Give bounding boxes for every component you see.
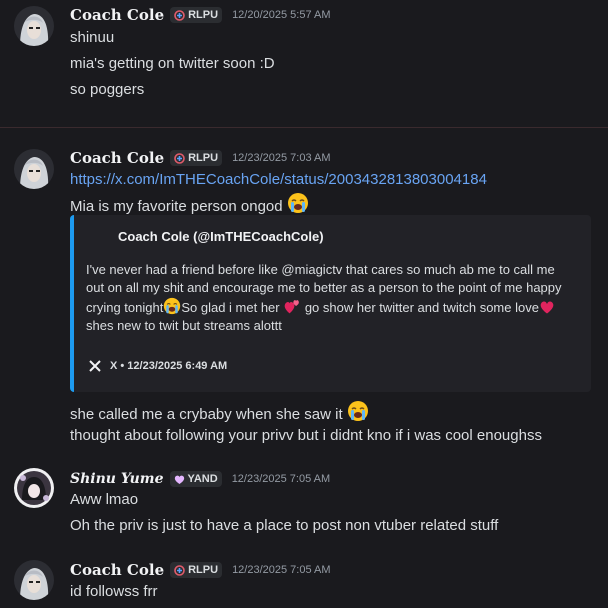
message-text: mia's getting on twitter soon :D bbox=[70, 55, 275, 72]
username[interactable]: Coach Cole bbox=[70, 149, 164, 167]
clan-tag-icon bbox=[174, 9, 185, 21]
embed-footer-text: X • 12/23/2025 6:49 AM bbox=[110, 360, 228, 372]
embed-text: So glad i met her bbox=[181, 300, 284, 315]
message-text: shinuu bbox=[70, 29, 115, 46]
embed-footer: X • 12/23/2025 6:49 AM bbox=[88, 358, 227, 374]
message-text: she called me a crybaby when she saw it bbox=[70, 400, 369, 425]
message-text: thought about following your privv but i… bbox=[70, 427, 542, 444]
timestamp: 12/23/2025 7:05 AM bbox=[231, 473, 331, 485]
server-tag[interactable]: RLPU bbox=[170, 562, 223, 578]
avatar-image bbox=[14, 560, 54, 600]
clan-tag-icon bbox=[174, 564, 185, 576]
avatar[interactable] bbox=[14, 468, 54, 508]
crying-face-emoji-icon bbox=[164, 297, 181, 315]
server-tag-label: RLPU bbox=[188, 564, 219, 576]
message-text: Aww lmao bbox=[70, 491, 139, 508]
message-text: id followss frr bbox=[70, 583, 158, 600]
embed-text: shes new to twit but streams alottt bbox=[86, 318, 282, 333]
embed-accent-bar bbox=[70, 215, 74, 392]
username[interactable]: Coach Cole bbox=[70, 6, 164, 24]
server-tag[interactable]: RLPU bbox=[170, 7, 223, 23]
timestamp: 12/23/2025 7:03 AM bbox=[232, 152, 331, 164]
server-tag-label: RLPU bbox=[188, 9, 219, 21]
two-hearts-emoji-icon bbox=[284, 300, 300, 314]
username[interactable]: Coach Cole bbox=[70, 561, 164, 579]
message-link[interactable]: https://x.com/ImTHECoachCole/status/2003… bbox=[70, 170, 487, 190]
embed-author[interactable]: Coach Cole (@ImTHECoachCole) bbox=[118, 229, 324, 244]
x-logo-icon bbox=[89, 360, 101, 372]
message-text: Oh the priv is just to have a place to p… bbox=[70, 517, 499, 534]
clan-tag-icon bbox=[174, 152, 185, 164]
embed-description: I've never had a friend before like @mia… bbox=[86, 261, 576, 335]
avatar[interactable] bbox=[14, 149, 54, 189]
timestamp: 12/23/2025 7:05 AM bbox=[232, 564, 331, 576]
embed-text: go show her twitter and twitch some love bbox=[301, 300, 539, 315]
message-text-span: she called me a crybaby when she saw it bbox=[70, 406, 343, 423]
heart-tag-icon bbox=[174, 475, 184, 484]
username[interactable]: Shinu Yume bbox=[70, 471, 164, 487]
server-tag[interactable]: RLPU bbox=[170, 150, 223, 166]
heart-emoji-icon bbox=[540, 301, 554, 314]
message-text: Mia is my favorite person ongod bbox=[70, 192, 309, 217]
crying-face-emoji-icon bbox=[347, 401, 368, 421]
crying-face-emoji-icon bbox=[287, 193, 308, 213]
link-embed[interactable]: Coach Cole (@ImTHECoachCole) I've never … bbox=[70, 215, 591, 392]
avatar-image bbox=[14, 149, 54, 189]
server-tag-label: YAND bbox=[187, 473, 218, 485]
message-text: so poggers bbox=[70, 81, 145, 98]
avatar-image bbox=[14, 6, 54, 46]
avatar-image bbox=[14, 468, 54, 508]
avatar[interactable] bbox=[14, 6, 54, 46]
server-tag[interactable]: YAND bbox=[169, 471, 222, 487]
timestamp: 12/20/2025 5:57 AM bbox=[232, 9, 331, 21]
message-text-span: Mia is my favorite person ongod bbox=[70, 198, 283, 215]
avatar[interactable] bbox=[14, 560, 54, 600]
server-tag-label: RLPU bbox=[188, 152, 219, 164]
date-divider bbox=[0, 127, 608, 128]
